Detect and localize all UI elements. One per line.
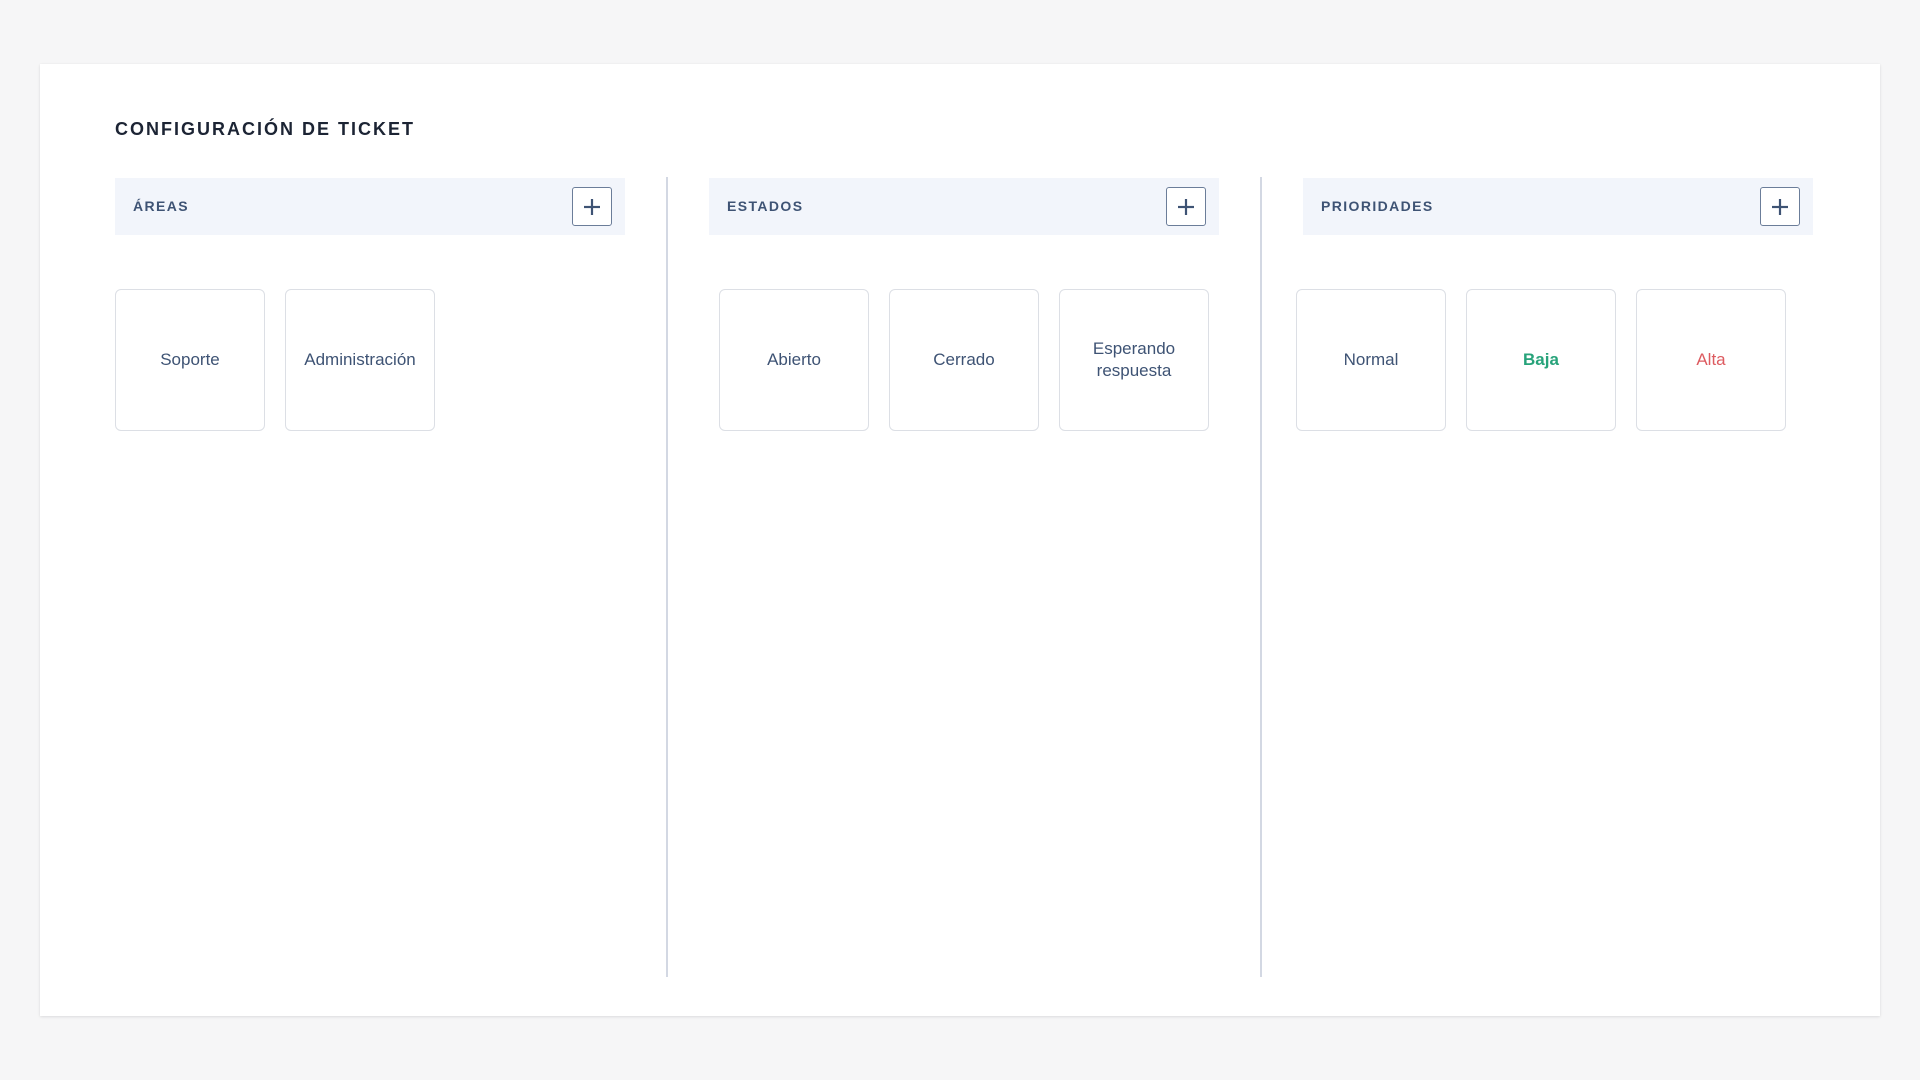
area-item-administracion[interactable]: Administración <box>285 289 435 431</box>
prioridad-item-normal[interactable]: Normal <box>1296 289 1446 431</box>
plus-icon <box>1178 198 1194 215</box>
estados-title: ESTADOS <box>727 198 804 214</box>
plus-icon <box>584 198 600 215</box>
column-divider <box>666 177 668 977</box>
page-title: CONFIGURACIÓN DE TICKET <box>115 119 415 139</box>
ticket-config-card: CONFIGURACIÓN DE TICKET ÁREAS Soporte Ad… <box>40 64 1880 1016</box>
add-area-button[interactable] <box>572 187 612 226</box>
plus-icon <box>1772 198 1788 215</box>
estado-item-cerrado[interactable]: Cerrado <box>889 289 1039 431</box>
areas-column: ÁREAS <box>115 178 625 235</box>
estados-header: ESTADOS <box>709 178 1219 235</box>
prioridad-item-alta[interactable]: Alta <box>1636 289 1786 431</box>
areas-header: ÁREAS <box>115 178 625 235</box>
estados-column: ESTADOS <box>709 178 1219 235</box>
add-estado-button[interactable] <box>1166 187 1206 226</box>
area-item-soporte[interactable]: Soporte <box>115 289 265 431</box>
prioridades-title: PRIORIDADES <box>1321 198 1434 214</box>
areas-title: ÁREAS <box>133 198 190 214</box>
estado-item-esperando-respuesta[interactable]: Esperando respuesta <box>1059 289 1209 431</box>
prioridades-column: PRIORIDADES <box>1303 178 1813 235</box>
prioridades-header: PRIORIDADES <box>1303 178 1813 235</box>
add-prioridad-button[interactable] <box>1760 187 1800 226</box>
estado-item-abierto[interactable]: Abierto <box>719 289 869 431</box>
column-divider <box>1260 177 1262 977</box>
prioridad-item-baja[interactable]: Baja <box>1466 289 1616 431</box>
